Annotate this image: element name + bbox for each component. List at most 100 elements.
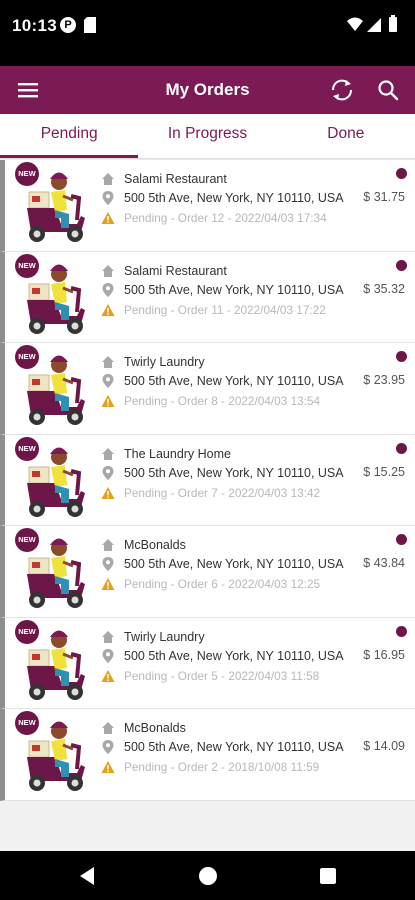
sd-card-icon [84, 17, 96, 33]
order-status: Pending - Order 8 - 2022/04/03 13:54 [124, 394, 321, 408]
new-badge: NEW [15, 528, 39, 552]
new-badge: NEW [15, 345, 39, 369]
address-row: 500 5th Ave, New York, NY 10110, USA [101, 282, 344, 298]
location-pin-icon [102, 740, 114, 754]
search-icon[interactable] [370, 74, 406, 106]
delivery-address: 500 5th Ave, New York, NY 10110, USA [124, 648, 344, 663]
delivery-address: 500 5th Ave, New York, NY 10110, USA [124, 282, 344, 297]
home-icon [102, 264, 114, 277]
order-card[interactable]: NEW Salami Restaurant 500 5th Ave, New Y… [0, 251, 415, 343]
shop-name: McBonalds [124, 721, 186, 735]
status-row: Pending - Order 8 - 2022/04/03 13:54 [101, 393, 320, 409]
system-status-icons [347, 15, 397, 32]
tab-in-progress[interactable]: In Progress [138, 114, 276, 158]
wifi-icon [347, 17, 363, 31]
tab-pending[interactable]: Pending [0, 114, 139, 158]
shop-name: Twirly Laundry [124, 629, 205, 644]
delivery-address: 500 5th Ave, New York, NY 10110, USA [124, 191, 344, 205]
status-row: Pending - Order 7 - 2022/04/03 13:42 [101, 485, 320, 501]
order-price: $ 14.09 [363, 739, 405, 753]
order-price: $ 16.95 [363, 647, 405, 662]
shop-name: Salami Restaurant [124, 172, 227, 186]
home-icon [102, 356, 114, 368]
home-icon [102, 173, 114, 185]
battery-icon [389, 17, 397, 32]
recent-apps-icon[interactable] [320, 868, 336, 884]
warning-icon [101, 486, 115, 499]
order-status: Pending - Order 6 - 2022/04/03 12:25 [124, 577, 321, 591]
order-status: Pending - Order 2 - 2018/10/08 11:59 [124, 760, 320, 774]
order-price: $ 35.32 [363, 281, 405, 296]
order-status: Pending - Order 11 - 2022/04/03 17:22 [124, 302, 326, 317]
status-row: Pending - Order 5 - 2022/04/03 11:58 [101, 668, 319, 684]
address-row: 500 5th Ave, New York, NY 10110, USA [101, 465, 344, 481]
location-pin-icon [102, 374, 114, 388]
unread-indicator [396, 442, 407, 454]
unread-indicator [396, 351, 407, 362]
order-card[interactable]: NEW McBonalds 500 5th Ave, New York, NY … [0, 526, 415, 618]
location-pin-icon [102, 648, 114, 663]
order-card[interactable]: NEW Salami Restaurant 500 5th Ave, New Y… [0, 160, 415, 252]
location-pin-icon [102, 465, 114, 480]
new-badge: NEW [15, 619, 39, 644]
delivery-address: 500 5th Ave, New York, NY 10110, USA [124, 557, 344, 571]
order-price: $ 15.25 [363, 464, 405, 479]
status-row: Pending - Order 6 - 2022/04/03 12:25 [101, 576, 320, 592]
address-row: 500 5th Ave, New York, NY 10110, USA [101, 373, 344, 389]
warning-icon [101, 212, 115, 224]
unread-indicator [396, 534, 407, 545]
delivery-address: 500 5th Ave, New York, NY 10110, USA [124, 374, 344, 388]
system-nav-bar [0, 851, 415, 900]
shop-row: McBonalds [101, 720, 186, 736]
warning-icon [101, 669, 115, 682]
order-card[interactable]: NEW Twirly Laundry 500 5th Ave, New York… [0, 343, 415, 435]
order-list: NEW Salami Restaurant 500 5th Ave, New Y… [0, 160, 415, 801]
refresh-icon[interactable] [324, 74, 360, 106]
back-icon[interactable] [78, 866, 96, 886]
location-pin-icon [102, 282, 114, 297]
order-status: Pending - Order 12 - 2022/04/03 17:34 [124, 211, 327, 225]
menu-icon[interactable] [8, 74, 48, 106]
home-icon [102, 630, 114, 643]
shop-name: The Laundry Home [124, 446, 232, 461]
address-row: 500 5th Ave, New York, NY 10110, USA [101, 648, 344, 664]
location-pin-icon [102, 557, 114, 571]
order-card[interactable]: NEW McBonalds 500 5th Ave, New York, NY … [0, 709, 415, 801]
unread-indicator [396, 625, 407, 637]
status-bar: 10:13 P [0, 0, 415, 66]
status-row: Pending - Order 2 - 2018/10/08 11:59 [101, 759, 319, 775]
new-badge: NEW [15, 436, 39, 461]
home-icon [102, 539, 114, 551]
unread-indicator [396, 259, 407, 271]
signal-icon [367, 18, 381, 32]
home-icon [102, 722, 114, 734]
new-badge: NEW [15, 253, 39, 278]
delivery-address: 500 5th Ave, New York, NY 10110, USA [124, 740, 344, 754]
shop-row: Salami Restaurant [101, 171, 227, 187]
order-status: Pending - Order 7 - 2022/04/03 13:42 [124, 485, 321, 500]
order-price: $ 31.75 [363, 190, 405, 204]
shop-row: Salami Restaurant [101, 263, 227, 279]
delivery-address: 500 5th Ave, New York, NY 10110, USA [124, 465, 344, 480]
order-card[interactable]: NEW The Laundry Home 500 5th Ave, New Yo… [0, 434, 415, 526]
order-price: $ 43.84 [363, 556, 405, 570]
order-tabs: Pending In Progress Done [0, 114, 415, 158]
tab-done[interactable]: Done [277, 114, 415, 158]
shop-name: Twirly Laundry [124, 355, 205, 369]
new-badge: NEW [15, 711, 39, 735]
order-card[interactable]: NEW Twirly Laundry 500 5th Ave, New York… [0, 617, 415, 709]
location-pin-icon [102, 191, 114, 205]
status-row: Pending - Order 12 - 2022/04/03 17:34 [101, 210, 327, 226]
order-status: Pending - Order 5 - 2022/04/03 11:58 [124, 668, 320, 683]
address-row: 500 5th Ave, New York, NY 10110, USA [101, 190, 344, 206]
shop-row: McBonalds [101, 537, 186, 553]
warning-icon [101, 395, 115, 407]
shop-row: Twirly Laundry [101, 629, 205, 645]
new-badge: NEW [15, 162, 39, 186]
status-time: 10:13 [12, 16, 57, 35]
notification-app-icon: P [60, 17, 76, 33]
app-bar: My Orders [0, 66, 415, 114]
home-button-icon[interactable] [199, 867, 217, 885]
address-row: 500 5th Ave, New York, NY 10110, USA [101, 556, 344, 572]
address-row: 500 5th Ave, New York, NY 10110, USA [101, 739, 344, 755]
